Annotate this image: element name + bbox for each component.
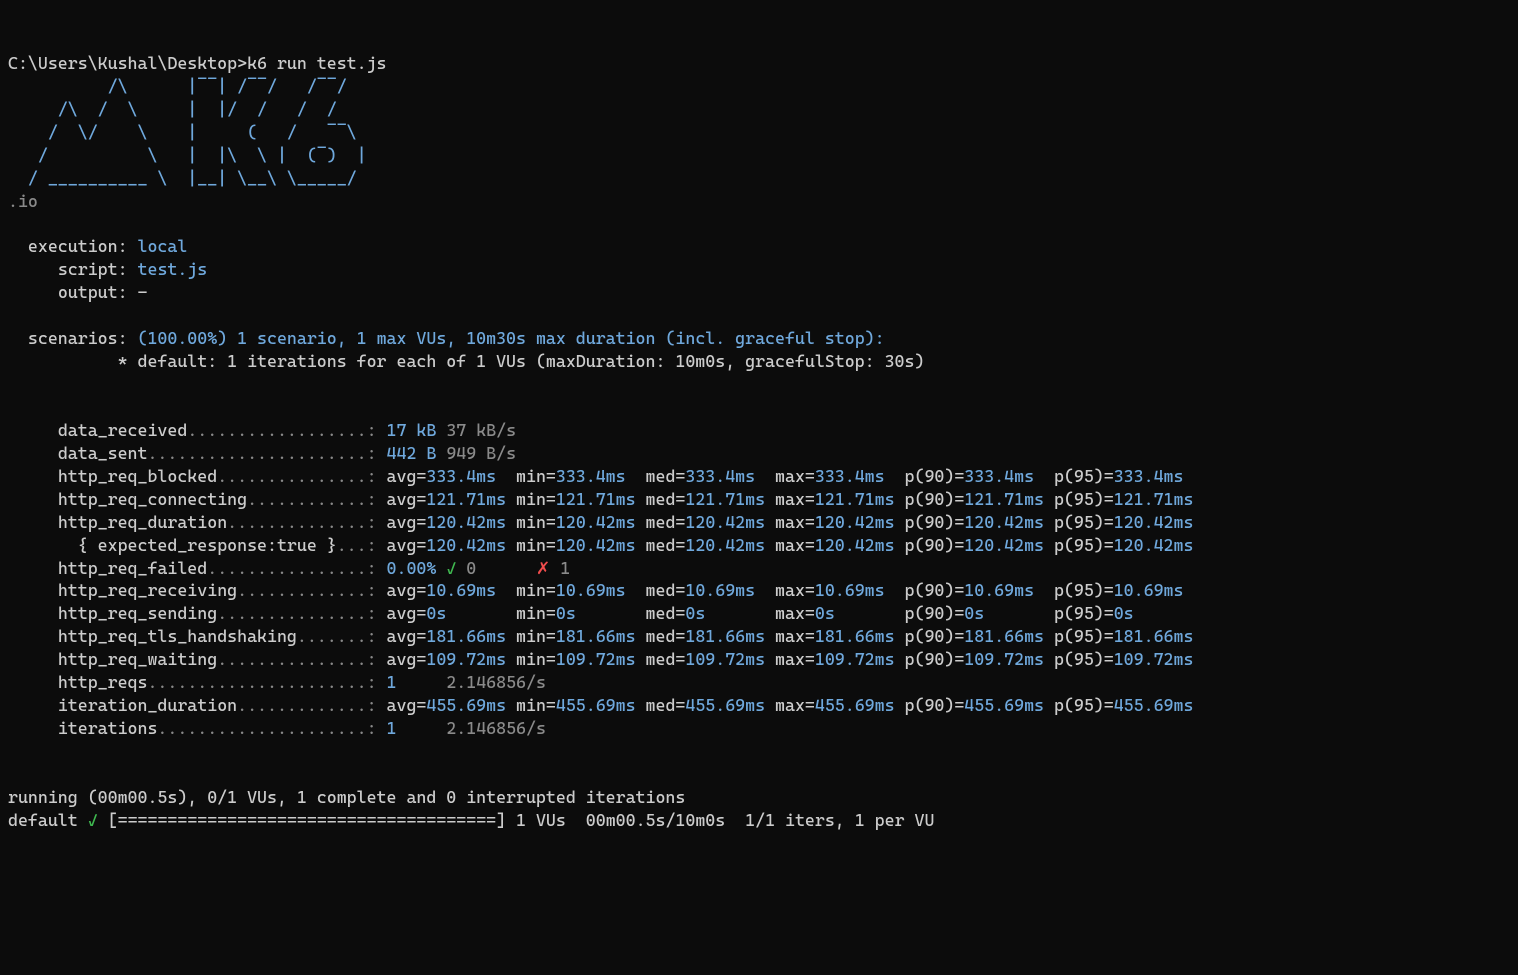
metric-row: iterations.....................: 1 2.146… [8, 718, 546, 738]
header-script: script: test.js [8, 259, 207, 279]
metric-row: http_reqs......................: 1 2.146… [8, 672, 546, 692]
metric-row: data_received..................: 17 kB 3… [8, 420, 516, 440]
metric-row: http_req_failed................: 0.00% ✓… [8, 558, 570, 578]
running-line: running (00m00.5s), 0/1 VUs, 1 complete … [8, 787, 685, 807]
scenario-detail: * default: 1 iterations for each of 1 VU… [8, 351, 924, 371]
metric-row: http_req_waiting...............: avg=109… [8, 649, 1193, 669]
metric-row: data_sent......................: 442 B 9… [8, 443, 516, 463]
metric-row: http_req_sending...............: avg=0s … [8, 603, 1134, 623]
metric-row: http_req_receiving.............: avg=10.… [8, 580, 1183, 600]
scenarios-line: scenarios: (100.00%) 1 scenario, 1 max V… [8, 328, 885, 348]
terminal-output: C:\Users\Kushal\Desktop>k6 run test.js /… [0, 46, 1518, 838]
prompt-line: C:\Users\Kushal\Desktop>k6 run test.js [8, 53, 387, 73]
logo-io-suffix: .io [8, 191, 38, 211]
metric-row: http_req_duration..............: avg=120… [8, 512, 1193, 532]
metric-row: iteration_duration.............: avg=455… [8, 695, 1193, 715]
metric-row: http_req_tls_handshaking.......: avg=181… [8, 626, 1193, 646]
metric-row: http_req_connecting............: avg=121… [8, 489, 1193, 509]
ascii-logo: /\ |‾‾| /‾‾/ /‾‾/ /\ / \ | |/ / / / / \/… [8, 76, 367, 188]
metric-row: { expected_response:true }...: avg=120.4… [8, 535, 1193, 555]
header-execution: execution: local [8, 236, 187, 256]
header-output: output: - [8, 282, 147, 302]
progress-line: default ✓ [=============================… [8, 810, 934, 830]
metric-row: http_req_blocked...............: avg=333… [8, 466, 1183, 486]
